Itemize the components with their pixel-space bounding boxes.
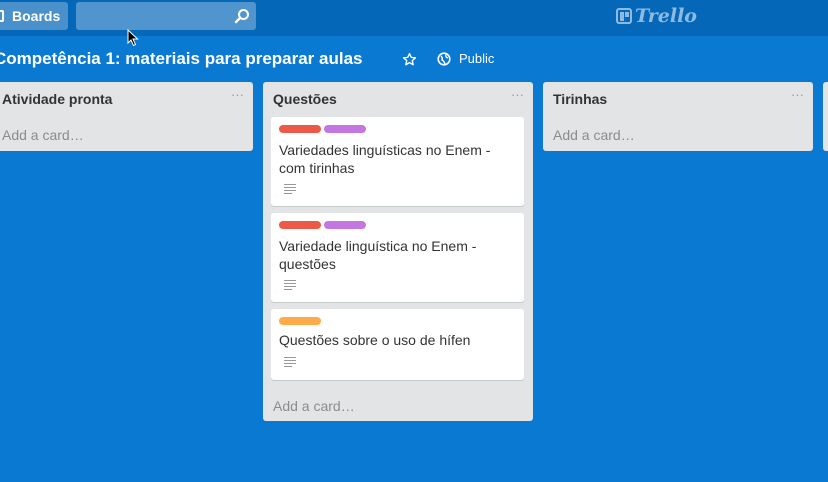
list-partial <box>823 82 828 151</box>
add-card-button[interactable]: Add a card… <box>273 398 355 414</box>
card-labels <box>279 317 324 325</box>
card-title: Questões sobre o uso de hífen <box>279 331 509 349</box>
boards-button[interactable]: Boards <box>0 2 68 30</box>
card-title-line: Variedades linguísticas no Enem - <box>279 142 491 158</box>
card[interactable]: Variedades linguísticas no Enem - com ti… <box>271 117 524 206</box>
card[interactable]: Variedade linguística no Enem - questões <box>271 213 524 302</box>
trello-logo-text: Trello <box>635 5 697 27</box>
label-purple <box>324 125 366 133</box>
description-icon <box>284 357 296 369</box>
list-menu-button[interactable]: ··· <box>511 87 524 102</box>
list-questoes: Questões ··· Variedades linguísticas no … <box>263 82 533 421</box>
list-atividade-pronta: Atividade pronta ··· Add a card… <box>0 82 253 151</box>
list-title[interactable]: Tirinhas <box>553 91 607 107</box>
search-icon[interactable] <box>234 8 250 24</box>
visibility-label: Public <box>459 51 495 66</box>
globe-icon <box>437 51 451 66</box>
list-menu-button[interactable]: ··· <box>231 87 244 102</box>
description-icon <box>284 280 296 292</box>
list-title[interactable]: Questões <box>273 91 337 107</box>
mouse-cursor-icon <box>127 29 139 47</box>
boards-icon <box>0 10 4 22</box>
list-title[interactable]: Atividade pronta <box>2 91 112 107</box>
card[interactable]: Questões sobre o uso de hífen <box>271 309 524 380</box>
star-icon[interactable] <box>402 52 417 67</box>
label-red <box>279 125 321 133</box>
top-header-bar: Boards Trello <box>0 0 828 36</box>
visibility-button[interactable]: Public <box>437 51 494 66</box>
label-orange <box>279 317 321 325</box>
card-labels <box>279 221 369 229</box>
search-input[interactable] <box>76 2 256 30</box>
trello-logo[interactable]: Trello <box>616 5 697 27</box>
card-labels <box>279 125 369 133</box>
card-title: Variedades linguísticas no Enem - com ti… <box>279 141 509 177</box>
add-card-button[interactable]: Add a card… <box>553 127 635 143</box>
card-title: Variedade linguística no Enem - questões <box>279 237 509 273</box>
card-title-line: questões <box>279 256 336 272</box>
card-title-line: Variedade linguística no Enem - <box>279 238 477 254</box>
boards-button-label: Boards <box>12 8 61 24</box>
card-title-line: Questões sobre o uso de hífen <box>279 332 471 348</box>
card-title-line: com tirinhas <box>279 160 355 176</box>
label-purple <box>324 221 366 229</box>
list-menu-button[interactable]: ··· <box>791 87 804 102</box>
board-title[interactable]: Competência 1: materiais para preparar a… <box>0 49 363 69</box>
list-tirinhas: Tirinhas ··· Add a card… <box>543 82 813 151</box>
trello-logo-icon <box>616 8 632 24</box>
add-card-button[interactable]: Add a card… <box>2 127 84 143</box>
description-icon <box>284 184 296 196</box>
label-red <box>279 221 321 229</box>
